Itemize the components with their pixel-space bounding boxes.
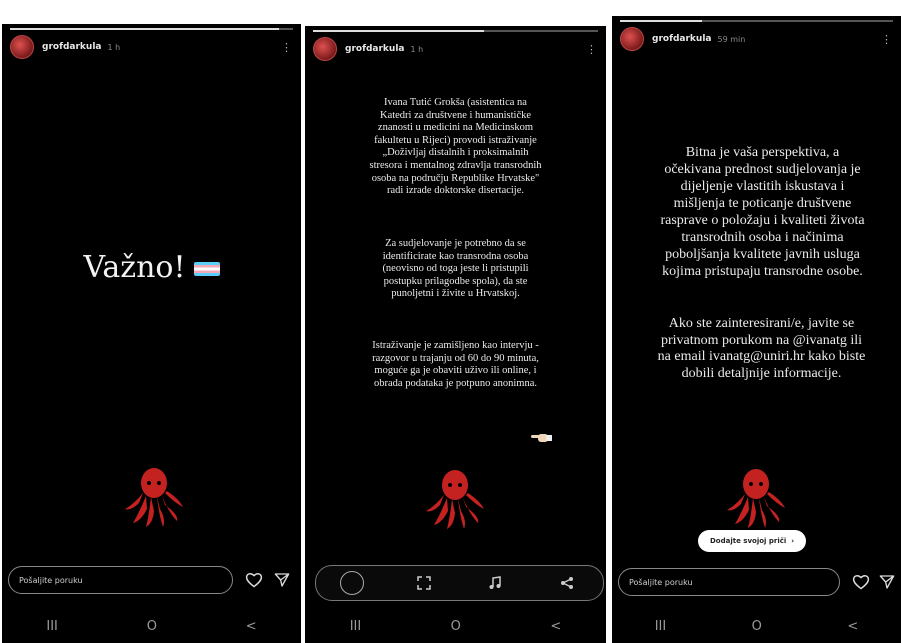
add-story-label: Dodajte svojoj priči — [710, 537, 787, 545]
story-paragraph: Ako ste zainteresirani/e, javite se priv… — [657, 316, 866, 381]
story-panel-3[interactable]: grofdarkula 59 min ⋮ Bitna je vaša persp… — [612, 16, 901, 643]
more-options-icon[interactable]: ⋮ — [279, 42, 293, 53]
username[interactable]: grofdarkula — [652, 34, 711, 44]
username[interactable]: grofdarkula — [42, 42, 101, 52]
send-icon[interactable] — [271, 569, 293, 591]
story-paragraph: Za sudjelovanje je potrebno da se identi… — [382, 238, 529, 300]
send-icon[interactable] — [876, 571, 898, 593]
record-circle-icon — [339, 571, 364, 595]
recents-button[interactable]: III — [350, 619, 362, 634]
story-paragraph: Ivana Tutić Grokša (asistentica na Kated… — [369, 97, 542, 197]
more-options-icon[interactable]: ⋮ — [879, 34, 893, 45]
heart-icon[interactable] — [850, 571, 872, 593]
home-button[interactable]: O — [451, 619, 461, 634]
add-to-story-button[interactable]: Dodajte svojoj priči › — [698, 530, 807, 552]
story-progress-bar — [620, 20, 893, 22]
story-header: grofdarkula 1 h ⋮ — [313, 36, 598, 62]
back-button[interactable]: < — [847, 619, 858, 634]
system-navbar: III O < — [612, 609, 901, 643]
story-editor-toolbar — [315, 565, 604, 601]
back-button[interactable]: < — [550, 619, 561, 634]
capture-button[interactable] — [337, 570, 367, 596]
story-progress-fill — [620, 20, 702, 22]
avatar[interactable] — [10, 35, 34, 59]
username[interactable]: grofdarkula — [345, 44, 404, 54]
more-options-icon[interactable]: ⋮ — [584, 44, 598, 55]
story-time: 1 h — [410, 44, 424, 54]
expand-icon[interactable] — [409, 570, 439, 596]
recents-button[interactable]: III — [46, 619, 58, 634]
chevron-right-icon: › — [791, 537, 795, 545]
reply-placeholder: Pošaljite poruku — [19, 575, 83, 585]
share-icon[interactable] — [552, 570, 582, 596]
story-time: 59 min — [717, 34, 746, 44]
story-title-text: Važno! — [83, 250, 186, 285]
story-time: 1 h — [107, 42, 121, 52]
story-panel-1[interactable]: grofdarkula 1 h ⋮ Važno! Pošaljite poruk… — [2, 24, 301, 643]
story-header: grofdarkula 59 min ⋮ — [620, 26, 893, 52]
story-paragraph: Istraživanje je zamišljeno kao intervju … — [372, 340, 539, 389]
story-progress-fill — [313, 30, 484, 32]
system-navbar: III O < — [305, 609, 606, 643]
home-button[interactable]: O — [147, 619, 157, 634]
music-icon[interactable] — [480, 570, 510, 596]
home-button[interactable]: O — [752, 619, 762, 634]
story-progress-bar — [10, 28, 293, 30]
heart-icon[interactable] — [243, 569, 265, 591]
story-panel-2[interactable]: grofdarkula 1 h ⋮ Ivana Tutić Grokša (as… — [305, 26, 606, 643]
reply-bar: Pošaljite poruku — [8, 565, 293, 595]
octopus-sticker — [125, 468, 183, 527]
pointing-hand-icon — [531, 434, 552, 442]
recents-button[interactable]: III — [655, 619, 667, 634]
octopus-sticker — [426, 470, 484, 529]
octopus-sticker — [727, 469, 785, 528]
reply-input[interactable]: Pošaljite poruku — [8, 566, 233, 594]
reply-placeholder: Pošaljite poruku — [629, 577, 693, 587]
story-title: Važno! — [2, 250, 301, 285]
reply-input[interactable]: Pošaljite poruku — [618, 568, 840, 596]
story-progress-fill — [10, 28, 279, 30]
trans-flag-icon — [193, 262, 220, 276]
avatar[interactable] — [313, 37, 337, 61]
story-progress-bar — [313, 30, 598, 32]
system-navbar: III O < — [2, 609, 301, 643]
reply-bar: Pošaljite poruku — [618, 567, 898, 597]
story-header: grofdarkula 1 h ⋮ — [10, 34, 293, 60]
avatar[interactable] — [620, 27, 644, 51]
back-button[interactable]: < — [246, 619, 257, 634]
story-paragraph: Bitna je vaša perspektiva, a očekivana p… — [660, 145, 865, 279]
